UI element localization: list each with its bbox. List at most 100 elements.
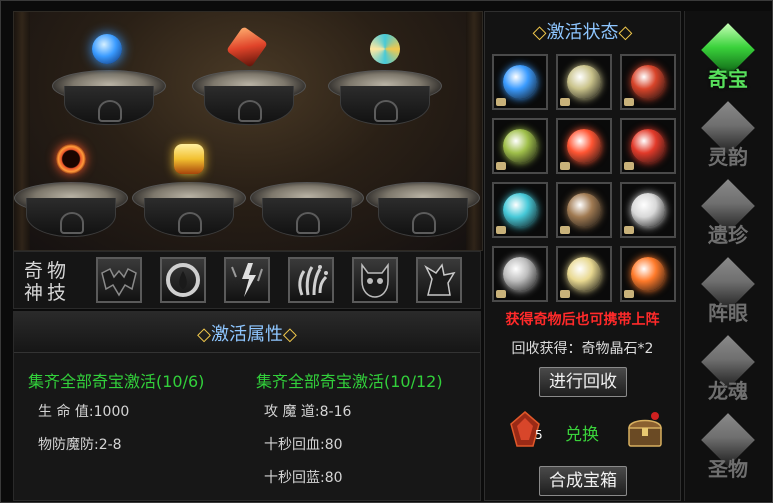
altar-5[interactable]	[132, 144, 246, 240]
stat-value: 8-16	[319, 404, 352, 420]
stat-row: 生 命 值:1000	[38, 401, 129, 421]
skill-bar-title: 奇物神技	[24, 260, 71, 304]
treasure-slot[interactable]	[620, 246, 676, 302]
treasure-slot[interactable]	[620, 182, 676, 238]
stat-value: 2-8	[98, 437, 122, 453]
jade-swirl-item[interactable]	[370, 34, 400, 64]
stat-value: 80	[324, 470, 343, 486]
exchange-button[interactable]: 兑换	[565, 420, 599, 445]
diamond-icon: ◇	[283, 324, 297, 345]
bound-lock-icon	[560, 162, 570, 170]
status-title-text: 激活状态	[546, 22, 619, 43]
bound-lock-icon	[496, 290, 506, 298]
stat-row: 物防魔防:2-8	[38, 434, 122, 454]
altar-scene	[13, 11, 483, 251]
treasure-slot[interactable]	[492, 118, 548, 174]
tab-4[interactable]: 龙魂	[685, 335, 771, 407]
tab-label: 奇宝	[708, 67, 748, 91]
recycle-reward-text: 回收获得：奇物晶石*2	[511, 341, 654, 357]
jade-swirl-icon	[503, 193, 537, 227]
attributes-title-text: 激活属性	[211, 324, 283, 345]
set-bonus-header-2: 集齐全部奇宝激活(10/12)	[256, 372, 443, 391]
dark-beast-icon[interactable]	[416, 257, 462, 303]
bound-lock-icon	[624, 162, 634, 170]
bead-bracelet-icon	[567, 193, 601, 227]
crystal-item[interactable]: 5	[505, 410, 545, 450]
stat-label: 生 命 值:	[38, 404, 94, 420]
stat-row: 十秒回血:80	[264, 434, 343, 454]
treasure-slot[interactable]	[492, 182, 548, 238]
tab-label: 阵眼	[708, 301, 748, 325]
diamond-icon: ◇	[532, 22, 547, 43]
diamond-icon: ◇	[618, 22, 633, 43]
tab-1[interactable]: 灵韵	[685, 101, 771, 173]
crossbow-icon	[631, 65, 665, 99]
jade-cube-icon	[503, 129, 537, 163]
attributes-panel: ◇激活属性◇ 集齐全部奇宝激活(10/6) 生 命 值:1000 物防魔防:2-…	[13, 311, 481, 501]
altar-1[interactable]	[52, 34, 166, 128]
synthesize-chest-button[interactable]: 合成宝箱	[539, 466, 627, 496]
stat-row: 攻 魔 道:8-16	[264, 401, 351, 421]
tab-2[interactable]: 遗珍	[685, 179, 771, 251]
bound-lock-icon	[560, 98, 570, 106]
fire-ring-icon	[631, 129, 665, 163]
treasure-slot[interactable]	[556, 182, 612, 238]
tab-label: 圣物	[708, 457, 748, 481]
scroll-icon	[567, 65, 601, 99]
altar-2[interactable]	[192, 26, 306, 128]
silver-orb-icon	[631, 193, 665, 227]
bound-lock-icon	[496, 162, 506, 170]
treasure-chest-item[interactable]	[625, 410, 665, 450]
recycle-button[interactable]: 进行回收	[539, 367, 627, 397]
crystal-count: 5	[535, 428, 543, 442]
demon-mask-icon[interactable]	[96, 257, 142, 303]
stat-value: 80	[324, 437, 343, 453]
activation-status-panel: ◇激活状态◇ 获得奇物后也可携带上阵 回收获得：奇物晶石*2 进行回收 5 兑换…	[484, 11, 681, 501]
red-crossbow-item[interactable]	[226, 26, 268, 68]
golden-lantern-item[interactable]	[174, 144, 204, 174]
treasure-slot[interactable]	[620, 54, 676, 110]
flame-circle-icon[interactable]	[160, 257, 206, 303]
golden-talisman-icon	[567, 257, 601, 291]
category-tab-column: 奇宝灵韵遗珍阵眼龙魂圣物	[684, 11, 771, 501]
red-pearl-icon	[567, 129, 601, 163]
treasure-slot[interactable]	[492, 246, 548, 302]
diamond-icon: ◇	[197, 324, 211, 345]
altar-7[interactable]	[366, 182, 480, 240]
fire-ring-item[interactable]	[56, 144, 86, 174]
skill-bar: 奇物神技	[13, 251, 481, 309]
treasure-slot[interactable]	[556, 54, 612, 110]
status-title: ◇激活状态◇	[485, 18, 680, 44]
tab-0[interactable]: 奇宝	[685, 23, 771, 95]
set-bonus-header-1: 集齐全部奇宝激活(10/6)	[28, 372, 205, 391]
attributes-header: ◇激活属性◇	[14, 312, 480, 353]
carry-hint: 获得奇物后也可携带上阵	[505, 312, 660, 328]
treasure-chest-icon	[628, 412, 662, 447]
lightning-strike-icon[interactable]	[224, 257, 270, 303]
tab-label: 遗珍	[708, 223, 748, 247]
altar-6[interactable]	[250, 182, 364, 240]
bound-lock-icon	[624, 98, 634, 106]
altar-3[interactable]	[328, 34, 442, 128]
treasure-slot[interactable]	[556, 118, 612, 174]
attributes-title: ◇激活属性◇	[14, 320, 480, 346]
bound-lock-icon	[496, 98, 506, 106]
horned-skull-icon[interactable]	[352, 257, 398, 303]
silver-bell-icon	[503, 257, 537, 291]
stat-row: 十秒回蓝:80	[264, 467, 343, 487]
stat-label: 物防魔防:	[38, 437, 99, 453]
altar-4[interactable]	[14, 144, 128, 240]
stat-label: 攻 魔 道:	[264, 404, 320, 420]
tab-5[interactable]: 圣物	[685, 413, 771, 485]
tab-3[interactable]: 阵眼	[685, 257, 771, 329]
stat-value: 1000	[93, 404, 130, 420]
treasure-slot[interactable]	[620, 118, 676, 174]
bound-lock-icon	[624, 290, 634, 298]
treasure-slot[interactable]	[556, 246, 612, 302]
bound-lock-icon	[560, 226, 570, 234]
treasure-slot[interactable]	[492, 54, 548, 110]
bound-lock-icon	[496, 226, 506, 234]
claw-hand-icon[interactable]	[288, 257, 334, 303]
rainbow-disc-icon	[631, 257, 665, 291]
blue-orb-item[interactable]	[92, 34, 122, 64]
